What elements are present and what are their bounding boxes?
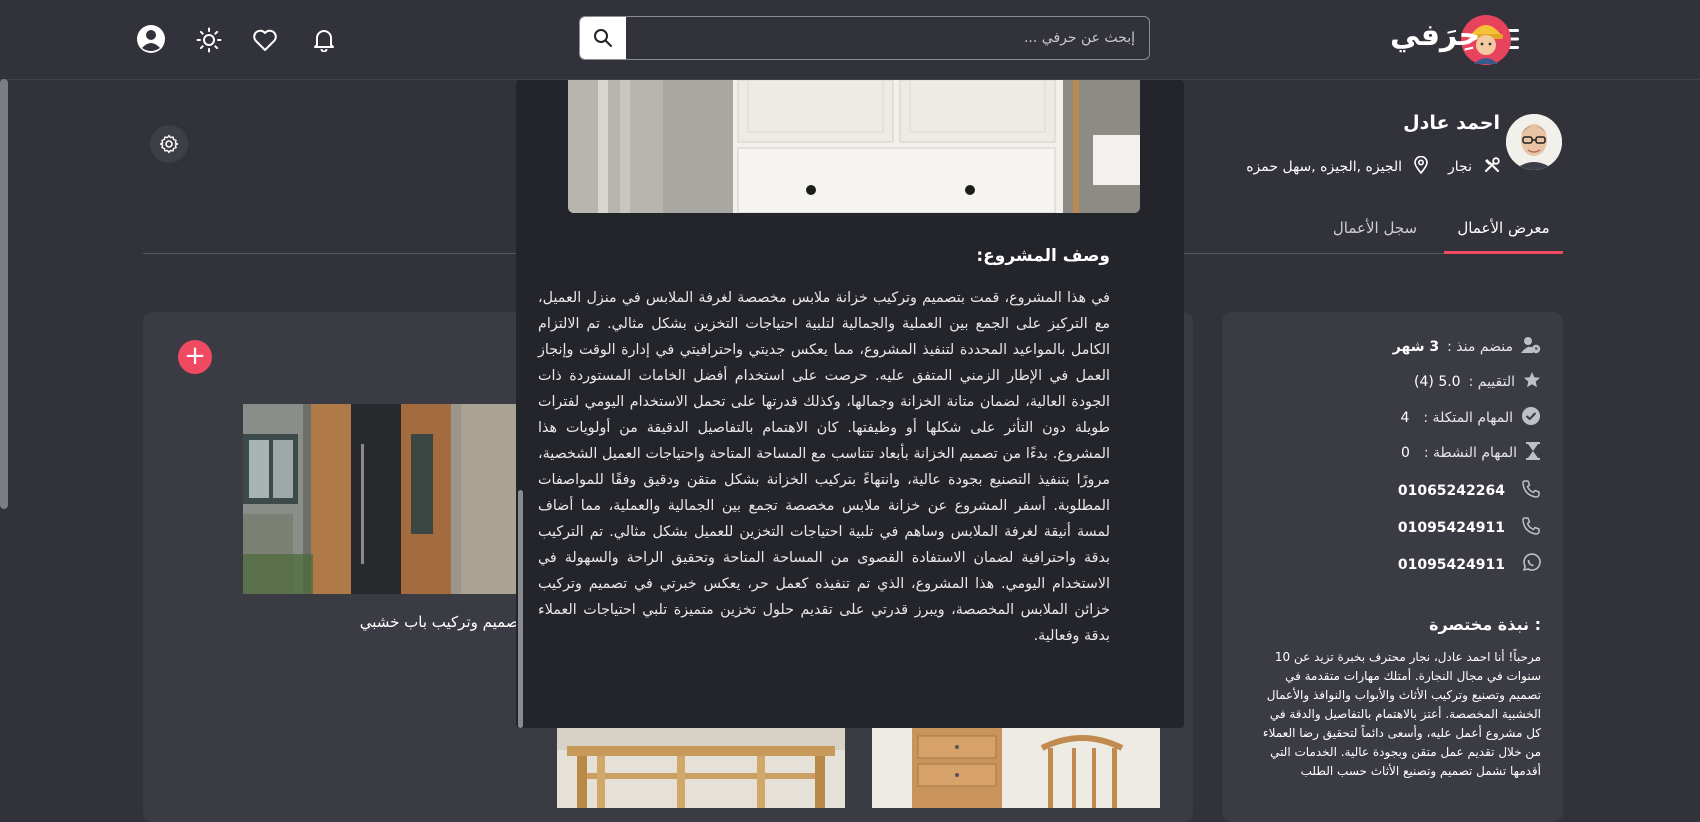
whatsapp-row[interactable]: 01095424911 <box>1398 553 1541 577</box>
work-image-desk[interactable] <box>872 728 1160 808</box>
plus-icon: + <box>184 341 206 371</box>
stat-joined: منضم منذ : 3 شهر <box>1393 336 1541 358</box>
bell-icon[interactable] <box>310 26 338 54</box>
project-details-modal: وصف المشروع: في هذا المشروع، قمت بتصميم … <box>516 80 1184 728</box>
stat-active: المهام النشطة : 0 <box>1401 441 1541 465</box>
tab-gallery[interactable]: معرض الأعمال <box>1444 219 1563 254</box>
search-button[interactable] <box>580 17 626 59</box>
logo-text[interactable]: حِرَفي <box>1390 18 1480 53</box>
work-image-door[interactable] <box>243 404 523 594</box>
page-scrollbar[interactable] <box>0 79 8 509</box>
work-title[interactable]: تصميم وتركيب باب خشبي <box>243 613 523 631</box>
location-icon <box>1414 155 1428 178</box>
profile-info-card: منضم منذ : 3 شهر التقييم : 5.0 (4) المها… <box>1222 312 1563 822</box>
profession-text: نجار <box>1448 159 1472 175</box>
user-clock-icon <box>1521 336 1541 358</box>
modal-scrollbar[interactable] <box>518 490 523 728</box>
tools-icon <box>1484 157 1500 177</box>
search-bar <box>579 16 1150 60</box>
stat-completed: المهام المتكلة : 4 <box>1400 406 1541 430</box>
bio-text: مرحباً! أنا احمد عادل، نجار محترف بخبرة … <box>1262 650 1541 778</box>
avatar <box>1506 114 1562 170</box>
bio-title: نبذة مختصرة : <box>1429 615 1541 634</box>
add-work-button[interactable]: + <box>178 340 212 374</box>
stat-rating: التقييم : 5.0 (4) <box>1414 371 1541 393</box>
phone-icon <box>1521 516 1541 540</box>
settings-button[interactable] <box>150 125 188 163</box>
check-circle-icon <box>1521 406 1541 430</box>
top-navbar: حِرَفي <box>0 0 1700 80</box>
location-text: الجيزه ,الجيزه ,سهل حمزه <box>1246 159 1403 175</box>
search-input[interactable] <box>626 17 1149 59</box>
whatsapp-icon <box>1521 553 1541 577</box>
settings-icon <box>159 134 179 154</box>
phone-icon <box>1521 479 1541 503</box>
phone-row-1[interactable]: 01065242264 <box>1398 479 1541 503</box>
sun-icon[interactable] <box>195 26 223 54</box>
project-description-title: وصف المشروع: <box>976 246 1110 266</box>
user-icon[interactable] <box>136 24 166 54</box>
heart-icon[interactable] <box>251 26 279 54</box>
tab-history[interactable]: سجل الأعمال <box>1320 219 1430 254</box>
search-icon <box>594 29 612 47</box>
hourglass-icon <box>1525 441 1541 465</box>
project-description-text: في هذا المشروع، قمت بتصميم وتركيب خزانة … <box>538 290 1110 644</box>
profile-name: احمد عادل <box>1403 112 1500 134</box>
star-icon <box>1523 371 1541 393</box>
profile-meta: نجار الجيزه ,الجيزه ,سهل حمزه <box>1240 155 1500 178</box>
project-image-wardrobe <box>568 80 1140 213</box>
work-image-bed[interactable] <box>557 728 845 808</box>
phone-row-2[interactable]: 01095424911 <box>1398 516 1541 540</box>
